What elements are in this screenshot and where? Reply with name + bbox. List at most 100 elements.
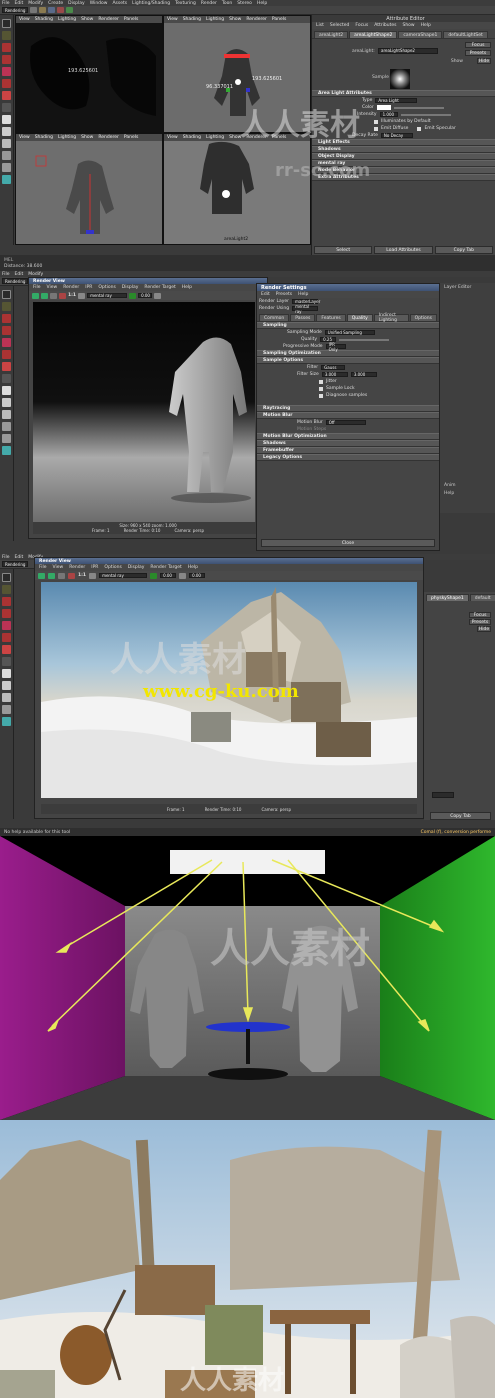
rs-tab-options[interactable]: Options [409,314,437,321]
rs-tab-common[interactable]: Common [259,314,290,321]
p3-layout-two-icon[interactable] [2,693,11,702]
ae-node-name-field[interactable]: areaLightShape2 [378,48,438,54]
p2-lasso-icon[interactable] [2,302,11,311]
menu-edit[interactable]: Edit [15,1,24,6]
p3-layout-single-icon[interactable] [2,669,11,678]
menu-window[interactable]: Window [90,1,108,6]
p3-rv-gamma-field[interactable]: 0.00 [189,572,206,579]
hypershade-icon[interactable] [2,175,11,184]
p2-outliner-icon[interactable] [2,422,11,431]
rv-redo-icon[interactable] [32,292,39,299]
p2-manip-icon[interactable] [2,362,11,371]
p3-rv-menu-ipr[interactable]: IPR [91,565,98,570]
rv-renderer-dropdown[interactable]: mental ray [87,292,128,299]
scale-tool-icon[interactable] [2,79,11,88]
rs-menu-help[interactable]: Help [298,292,308,297]
p3-rv-redo-icon[interactable] [38,572,45,579]
ae-decay-dropdown[interactable]: No Decay [380,132,413,139]
p2-help-tab[interactable]: Help [444,491,454,496]
p2-layout-two-icon[interactable] [2,410,11,419]
ae-copy-tab-button[interactable]: Copy Tab [434,246,493,254]
rs-filter-size-x[interactable]: 3.000 [321,371,348,378]
select-tool-icon[interactable] [2,19,11,28]
rs-filter-dropdown[interactable]: Gauss [321,364,346,371]
viewport-side[interactable]: View Shading Lighting Show Renderer Pane… [15,133,163,245]
p2-hypershade-icon[interactable] [2,446,11,455]
ae-tab-defaultlightset[interactable]: defaultLightSet [443,31,488,38]
rs-filter-size-y[interactable]: 3.000 [350,371,377,378]
ae-menu-help[interactable]: Help [421,23,431,28]
p3-ae-tab-default[interactable]: default [469,594,495,601]
ae-section-object-display[interactable]: Object Display [312,153,495,160]
rs-sampling-mode-dropdown[interactable]: Unified Sampling [324,329,375,336]
ae-menu-focus[interactable]: Focus [355,23,368,28]
p3-rv-menu-view[interactable]: View [53,565,64,570]
p2-layout-single-icon[interactable] [2,386,11,395]
ae-menu-list[interactable]: List [316,23,324,28]
p3-scale-icon[interactable] [2,633,11,642]
p3-manip-icon[interactable] [2,645,11,654]
p3-presets-button[interactable]: Presets [469,619,491,625]
p3-copy-tab-button[interactable]: Copy Tab [430,812,491,820]
p3-rv-renderer-dropdown[interactable]: mental ray [99,572,148,579]
ae-select-button[interactable]: Select [314,246,373,254]
rv-menu-render-target[interactable]: Render Target [144,285,175,290]
p2-select-icon[interactable] [2,290,11,299]
rv-keep-icon[interactable] [78,292,86,299]
rs-diag-checkbox[interactable] [319,393,323,398]
rv-menu-file[interactable]: File [33,285,41,290]
rv-menu-render[interactable]: Render [63,285,79,290]
rv-ipr-icon[interactable] [41,292,48,299]
menu-stereo[interactable]: Stereo [237,1,252,6]
ae-emit-diffuse-checkbox[interactable] [374,126,378,131]
p2-menu-modify[interactable]: Modify [28,272,43,277]
p3-rv-menu-file[interactable]: File [39,565,47,570]
rs-section-framebuffer[interactable]: Framebuffer [257,447,439,454]
p2-layout-four-icon[interactable] [2,398,11,407]
p3-last-icon[interactable] [2,657,11,666]
p3-lasso-icon[interactable] [2,585,11,594]
p3-outliner-icon[interactable] [2,705,11,714]
lasso-tool-icon[interactable] [2,31,11,40]
p3-rv-ratio[interactable]: 1:1 [78,573,86,578]
rv-menu-display[interactable]: Display [122,285,139,290]
rs-section-shadows[interactable]: Shadows [257,440,439,447]
rs-section-legacy[interactable]: Legacy Options [257,454,439,461]
viewport-front[interactable]: View Shading Lighting Show Renderer Pane… [163,133,311,245]
rs-jitter-checkbox[interactable] [319,379,323,384]
rs-mb-dropdown[interactable]: Off [325,419,366,426]
ae-menu-show[interactable]: Show [402,23,414,28]
move-tool-icon[interactable] [2,55,11,64]
p3-hypershade-icon[interactable] [2,717,11,726]
menu-file[interactable]: File [2,1,10,6]
p3-menu-edit[interactable]: Edit [15,555,24,560]
rs-using-dropdown[interactable]: mental ray [292,304,319,314]
p3-ae-tab-physky[interactable]: physkyShape1 [426,594,469,601]
ae-emit-specular-checkbox[interactable] [417,126,422,131]
rs-progressive-dropdown[interactable]: IPR Only [325,342,346,352]
layout-two-icon[interactable] [2,139,11,148]
ae-color-swatch[interactable] [376,105,391,110]
ae-type-dropdown[interactable]: Area Light [375,97,418,104]
p3-focus-button[interactable]: Focus [469,612,491,618]
rv-gamma-icon[interactable] [154,292,162,299]
manip-tool-icon[interactable] [2,91,11,100]
ae-hide-button[interactable]: Hide [477,58,491,64]
rv-menu-help[interactable]: Help [182,285,192,290]
p3-mode-select[interactable]: Rendering [2,561,29,567]
p3-rv-menu-options[interactable]: Options [104,565,121,570]
menu-display[interactable]: Display [68,1,85,6]
rs-quality-slider[interactable] [339,338,390,341]
rs-section-motion-blur[interactable]: Motion Blur [257,412,439,419]
p2-menu-edit[interactable]: Edit [15,272,24,277]
ae-menu-attributes[interactable]: Attributes [374,23,396,28]
p3-rv-gamma-icon[interactable] [179,572,187,579]
ae-tab-camerashape1[interactable]: cameraShape1 [398,31,443,38]
rs-tab-indirect[interactable]: Indirect Lighting [373,313,409,323]
rs-section-sample-options[interactable]: Sample Options [257,357,439,364]
p2-scale-icon[interactable] [2,350,11,359]
p3-rv-menu-render-target[interactable]: Render Target [150,565,181,570]
outliner-icon[interactable] [2,151,11,160]
ae-load-attributes-button[interactable]: Load Attributes [374,246,433,254]
p2-rotate-icon[interactable] [2,338,11,347]
